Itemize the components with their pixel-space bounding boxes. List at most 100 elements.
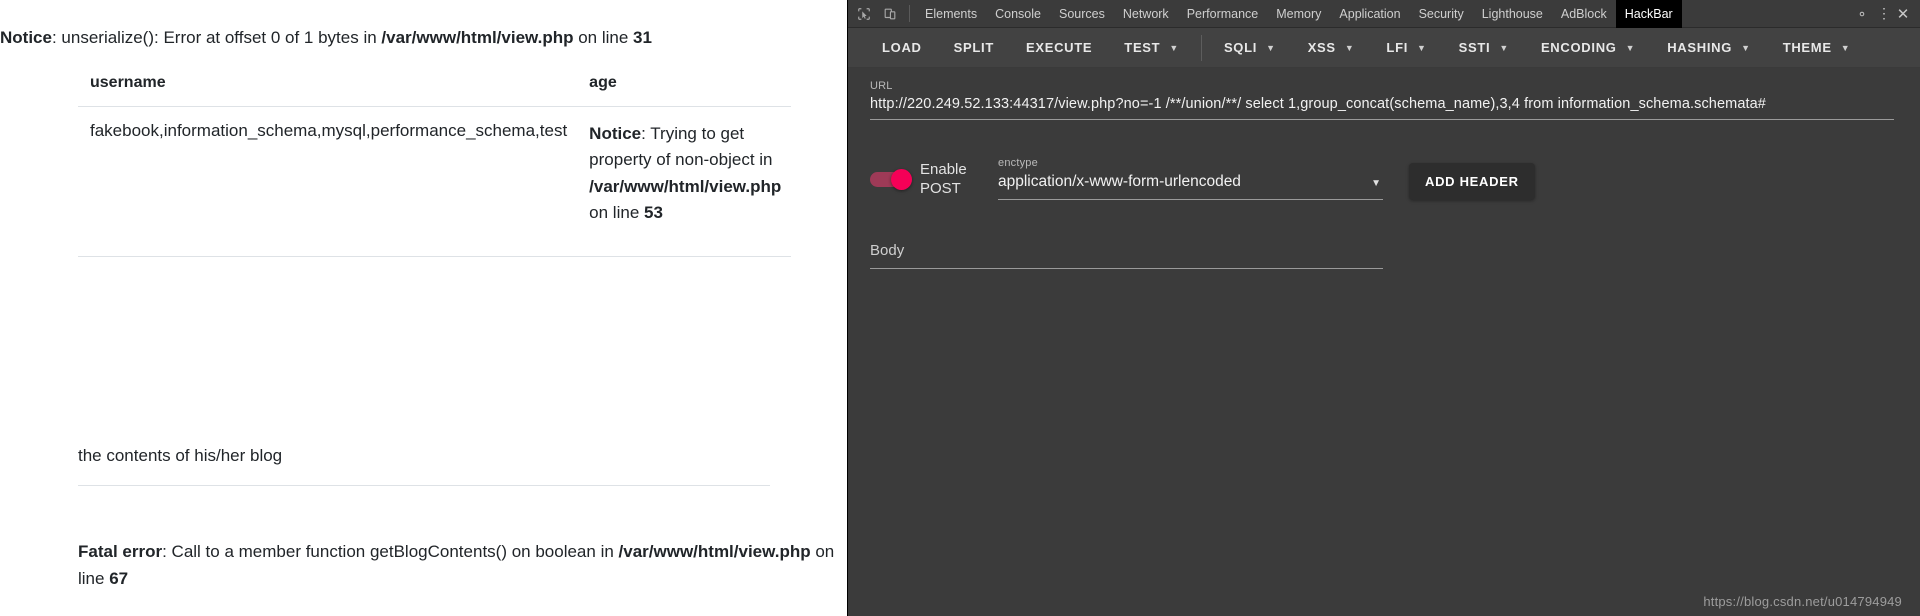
horizontal-rule <box>78 485 770 486</box>
notice-text-2: on line <box>589 203 644 223</box>
tab-sources[interactable]: Sources <box>1050 0 1114 28</box>
fatal-error-line-number: 67 <box>109 568 129 588</box>
chevron-down-icon: ▼ <box>1499 42 1509 53</box>
device-toolbar-icon[interactable] <box>877 1 903 27</box>
more-vertical-icon[interactable]: ⋮ <box>1875 6 1893 20</box>
body-field-group[interactable]: Body <box>870 242 1383 269</box>
hackbar-ssti-label: SSTI <box>1458 39 1491 55</box>
hackbar-xss-label: XSS <box>1307 39 1336 55</box>
hackbar-lfi-menu[interactable]: LFI ▼ <box>1370 28 1442 68</box>
watermark-text: https://blog.csdn.net/u014794949 <box>1703 594 1902 609</box>
body-field-underline <box>870 268 1383 269</box>
hackbar-encoding-label: ENCODING <box>1540 39 1617 55</box>
hackbar-encoding-menu[interactable]: ENCODING ▼ <box>1525 28 1651 68</box>
table-body: fakebook,information_schema,mysql,perfor… <box>78 106 792 363</box>
php-notice-line-31: Notice: unserialize(): Error at offset 0… <box>0 26 840 51</box>
notice-file-path: /var/www/html/view.php <box>381 28 574 47</box>
table-head: username age <box>78 60 792 107</box>
chevron-down-icon: ▼ <box>1840 42 1851 53</box>
hackbar-execute-button[interactable]: EXECUTE <box>1010 28 1108 68</box>
hackbar-test-label: TEST <box>1124 39 1161 55</box>
devtools-panel: Elements Console Sources Network Perform… <box>847 0 1920 616</box>
toolbar-divider <box>1200 34 1202 61</box>
fatal-error-text: : Call to a member function getBlogConte… <box>162 542 619 561</box>
enctype-select[interactable]: application/x-www-form-urlencoded <box>998 173 1383 199</box>
spacer-cell-right <box>577 257 791 363</box>
tab-application[interactable]: Application <box>1330 0 1409 28</box>
enable-post-label: Enable POST <box>920 161 978 198</box>
chevron-down-icon: ▼ <box>1417 42 1427 53</box>
notice-text-2: on line <box>573 28 634 47</box>
devtools-tabbar: Elements Console Sources Network Perform… <box>848 0 1920 28</box>
enable-post-label-line1: Enable <box>920 161 967 179</box>
notice-line-number: 53 <box>644 203 663 223</box>
table-row: fakebook,information_schema,mysql,perfor… <box>78 106 792 257</box>
tab-security[interactable]: Security <box>1410 0 1473 28</box>
chevron-down-icon: ▼ <box>1266 42 1276 53</box>
add-header-button[interactable]: ADD HEADER <box>1409 163 1535 200</box>
devtools-tabbar-right: ⋮ ✕ <box>1849 1 1920 27</box>
body-input[interactable]: Body <box>870 242 1383 268</box>
hackbar-load-button[interactable]: LOAD <box>866 28 938 68</box>
hackbar-toolbar: LOAD SPLIT EXECUTE TEST ▼ SQLI ▼ XSS ▼ L… <box>848 28 1920 68</box>
notice-file-path: /var/www/html/view.php <box>589 176 782 196</box>
tab-network[interactable]: Network <box>1114 0 1178 28</box>
chevron-down-icon: ▼ <box>1741 42 1751 53</box>
hackbar-theme-menu[interactable]: THEME ▼ <box>1767 28 1867 68</box>
hackbar-sqli-label: SQLI <box>1223 39 1258 55</box>
hackbar-ssti-menu[interactable]: SSTI ▼ <box>1443 28 1525 68</box>
tab-console[interactable]: Console <box>986 0 1050 28</box>
hackbar-xss-menu[interactable]: XSS ▼ <box>1292 28 1371 68</box>
browser-page-content: Notice: unserialize(): Error at offset 0… <box>0 0 847 616</box>
enable-post-toggle-group[interactable]: Enable POST <box>870 161 978 200</box>
chevron-down-icon: ▼ <box>1625 42 1636 53</box>
toolbar-divider <box>909 5 910 22</box>
hackbar-split-label: SPLIT <box>953 39 994 55</box>
enable-post-toggle[interactable] <box>870 169 912 191</box>
column-header-age: age <box>577 60 792 107</box>
enctype-select-group[interactable]: enctype application/x-www-form-urlencode… <box>998 157 1383 200</box>
hackbar-lfi-label: LFI <box>1386 39 1409 55</box>
hackbar-hashing-label: HASHING <box>1667 39 1733 55</box>
hackbar-split-button[interactable]: SPLIT <box>938 28 1010 68</box>
fatal-error-label: Fatal error <box>78 542 163 561</box>
notice-label: Notice <box>0 28 52 47</box>
hackbar-execute-label: EXECUTE <box>1025 39 1093 55</box>
tab-lighthouse[interactable]: Lighthouse <box>1473 0 1552 28</box>
cell-username: fakebook,information_schema,mysql,perfor… <box>78 106 578 257</box>
tab-elements[interactable]: Elements <box>916 0 986 28</box>
blog-contents-text: the contents of his/her blog <box>78 446 283 465</box>
toggle-knob <box>891 169 912 191</box>
enctype-field-underline <box>998 199 1383 200</box>
column-header-username: username <box>78 60 578 107</box>
cell-age: Notice: Trying to get property of non-ob… <box>577 106 792 257</box>
hackbar-hashing-menu[interactable]: HASHING ▼ <box>1651 28 1766 68</box>
fatal-error-file-path: /var/www/html/view.php <box>618 542 811 561</box>
url-input[interactable]: http://220.249.52.133:44317/view.php?no=… <box>870 96 1894 119</box>
php-notice-line-53: Notice: Trying to get property of non-ob… <box>589 124 781 222</box>
close-icon[interactable]: ✕ <box>1893 5 1913 23</box>
table-spacer-row <box>78 257 791 363</box>
hackbar-theme-label: THEME <box>1782 39 1832 55</box>
php-fatal-error-line-67: Fatal error: Call to a member function g… <box>78 539 838 593</box>
inspect-element-icon[interactable] <box>851 1 877 27</box>
hackbar-sqli-menu[interactable]: SQLI ▼ <box>1208 28 1292 68</box>
hackbar-test-menu[interactable]: TEST ▼ <box>1108 28 1195 68</box>
tab-adblock[interactable]: AdBlock <box>1552 0 1616 28</box>
table-header-row: username age <box>78 60 792 107</box>
chevron-down-icon[interactable]: ▼ <box>1371 178 1381 189</box>
hackbar-body: URL http://220.249.52.133:44317/view.php… <box>848 68 1920 616</box>
hackbar-load-label: LOAD <box>882 39 922 55</box>
tab-performance[interactable]: Performance <box>1178 0 1268 28</box>
tab-memory[interactable]: Memory <box>1267 0 1330 28</box>
chevron-down-icon: ▼ <box>1169 42 1179 53</box>
enctype-field-label: enctype <box>998 157 1038 169</box>
blog-result-table: username age fakebook,information_schema… <box>78 60 792 363</box>
hackbar-post-row: Enable POST enctype application/x-www-fo… <box>870 152 1898 200</box>
tab-hackbar[interactable]: HackBar <box>1615 0 1682 28</box>
notice-text: : unserialize(): Error at offset 0 of 1 … <box>51 28 382 47</box>
spacer-cell-left <box>78 257 577 363</box>
url-field-group[interactable]: URL http://220.249.52.133:44317/view.php… <box>870 80 1894 120</box>
chevron-down-icon: ▼ <box>1344 42 1355 53</box>
gear-icon[interactable] <box>1849 1 1875 27</box>
